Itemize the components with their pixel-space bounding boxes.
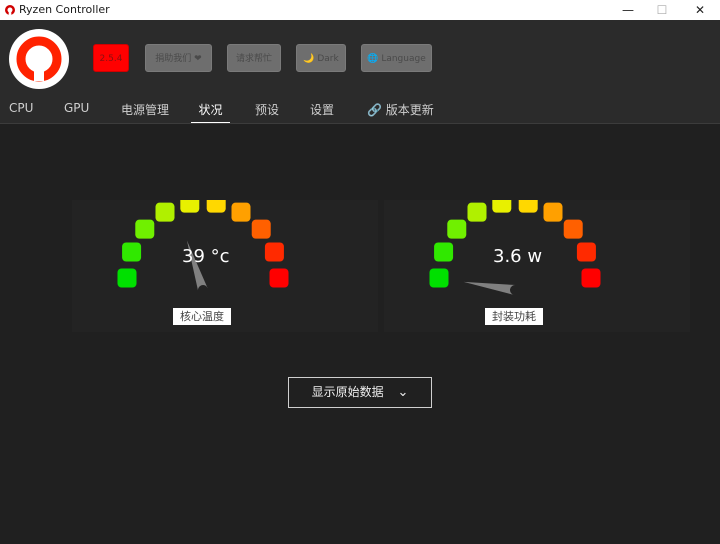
gauge-segment <box>447 219 467 239</box>
title-bar: Ryzen Controller — ☐ ✕ <box>0 0 720 20</box>
tab-settings[interactable]: 设置 <box>310 101 334 122</box>
gauge-segment <box>117 268 137 288</box>
app-icon <box>5 5 15 16</box>
window-title: Ryzen Controller <box>19 3 110 16</box>
show-raw-data-button[interactable]: 显示原始数据 ⌄ <box>288 377 432 408</box>
tab-gpu[interactable]: GPU <box>64 101 89 122</box>
gauge-segment <box>429 268 449 288</box>
minimize-button[interactable]: — <box>611 0 645 20</box>
gauge-segment <box>251 219 271 239</box>
power-value: 3.6 w <box>493 246 543 267</box>
gauge-segment <box>206 200 226 213</box>
gauge-needle <box>463 281 516 295</box>
gauge-segment <box>576 242 596 262</box>
power-gauge: 3.6 w 封装功耗 <box>384 200 690 332</box>
tab-bar: CPU GPU 电源管理 状况 预设 设置 🔗 版本更新 <box>0 97 720 124</box>
gauge-segment <box>563 219 583 239</box>
gauge-segment <box>231 202 251 222</box>
gauge-segment <box>434 242 454 262</box>
gauge-segment <box>543 202 563 222</box>
temperature-label: 核心温度 <box>173 308 231 325</box>
show-raw-data-label: 显示原始数据 <box>311 385 384 399</box>
ryzen-logo <box>9 29 69 89</box>
header: 2.5.4 捐助我们 ❤ 请求帮忙 🌙 Dark 🌐 Language <box>0 20 720 97</box>
temperature-gauge: 39 °c 核心温度 <box>72 200 378 332</box>
help-button[interactable]: 请求帮忙 <box>227 44 281 72</box>
chevron-down-icon: ⌄ <box>397 385 409 400</box>
gauge-segment <box>135 219 155 239</box>
gauge-segment <box>180 200 200 213</box>
gauge-segment <box>492 200 512 213</box>
temperature-value: 39 °c <box>182 246 230 267</box>
tab-cpu[interactable]: CPU <box>9 101 33 122</box>
maximize-button[interactable]: ☐ <box>645 0 679 20</box>
dark-mode-button[interactable]: 🌙 Dark <box>296 44 346 72</box>
gauge-segment <box>155 202 175 222</box>
gauge-segment <box>581 268 601 288</box>
tab-presets[interactable]: 预设 <box>255 101 279 122</box>
version-button[interactable]: 2.5.4 <box>93 44 129 72</box>
ryzen-logo-icon <box>16 36 62 82</box>
tab-power[interactable]: 电源管理 <box>121 101 169 122</box>
support-button[interactable]: 捐助我们 ❤ <box>145 44 212 72</box>
gauge-segment <box>467 202 487 222</box>
gauge-segment <box>122 242 142 262</box>
gauge-segment <box>264 242 284 262</box>
language-button[interactable]: 🌐 Language <box>361 44 432 72</box>
gauge-segment <box>518 200 538 213</box>
tab-status[interactable]: 状况 <box>191 101 230 123</box>
close-button[interactable]: ✕ <box>683 0 717 20</box>
gauge-segment <box>269 268 289 288</box>
power-label: 封装功耗 <box>485 308 543 325</box>
tab-updates[interactable]: 🔗 版本更新 <box>367 101 434 122</box>
